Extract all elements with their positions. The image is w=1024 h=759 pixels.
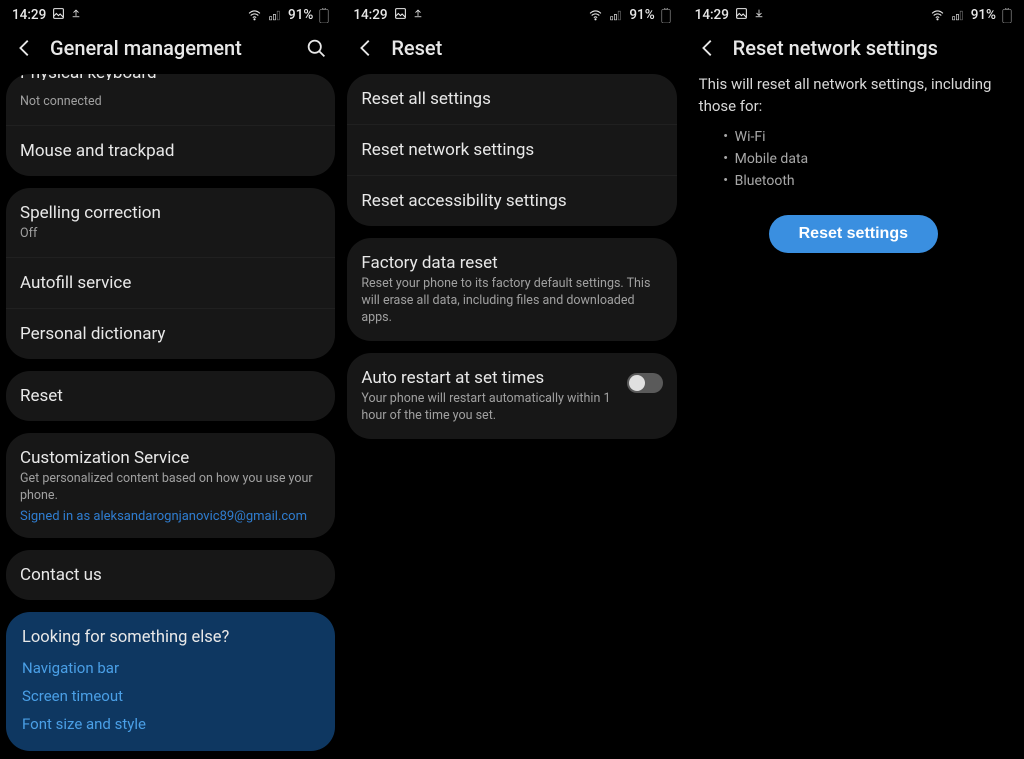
row-reset-all-settings[interactable]: Reset all settings bbox=[347, 74, 676, 124]
bullet-list: Wi-Fi Mobile data Bluetooth bbox=[699, 118, 1008, 215]
link-screen-timeout[interactable]: Screen timeout bbox=[22, 687, 319, 705]
row-reset-network-settings[interactable]: Reset network settings bbox=[347, 124, 676, 175]
back-icon[interactable] bbox=[355, 37, 377, 59]
status-bar: 14:29 91% bbox=[341, 0, 682, 28]
signed-in-link[interactable]: Signed in as aleksandarognjanovic89@gmai… bbox=[20, 509, 321, 524]
card-factory-reset: Factory data reset Reset your phone to i… bbox=[347, 238, 676, 341]
content: Reset all settings Reset network setting… bbox=[341, 74, 682, 759]
bullet-mobile-data: Mobile data bbox=[719, 148, 1008, 170]
wifi-icon bbox=[247, 9, 262, 22]
card-reset: Reset bbox=[6, 371, 335, 421]
battery-icon bbox=[661, 8, 671, 23]
row-autofill-service[interactable]: Autofill service bbox=[6, 257, 335, 308]
row-personal-dictionary[interactable]: Personal dictionary bbox=[6, 308, 335, 359]
status-time: 14:29 bbox=[695, 7, 729, 23]
row-factory-data-reset[interactable]: Factory data reset Reset your phone to i… bbox=[347, 238, 676, 341]
card-reset-options: Reset all settings Reset network setting… bbox=[347, 74, 676, 226]
status-time: 14:29 bbox=[12, 7, 46, 23]
row-contact-us[interactable]: Contact us bbox=[6, 550, 335, 600]
status-bar: 14:29 91% bbox=[0, 0, 341, 28]
wifi-icon bbox=[930, 9, 945, 22]
description-text: This will reset all network settings, in… bbox=[699, 74, 1008, 118]
signal-icon bbox=[609, 9, 623, 22]
reset-settings-button[interactable]: Reset settings bbox=[769, 215, 938, 253]
wifi-icon bbox=[588, 9, 603, 22]
row-physical-keyboard[interactable]: Physical keyboard Not connected bbox=[6, 74, 335, 125]
row-mouse-trackpad[interactable]: Mouse and trackpad bbox=[6, 125, 335, 176]
battery-icon bbox=[1002, 8, 1012, 23]
link-navigation-bar[interactable]: Navigation bar bbox=[22, 659, 319, 677]
status-battery-pct: 91% bbox=[629, 7, 654, 23]
header: Reset network settings bbox=[683, 28, 1024, 74]
card-text-input: Spelling correction Off Autofill service… bbox=[6, 188, 335, 359]
header: General management bbox=[0, 28, 341, 74]
header: Reset bbox=[341, 28, 682, 74]
card-contact: Contact us bbox=[6, 550, 335, 600]
auto-restart-toggle[interactable] bbox=[627, 373, 663, 393]
search-icon[interactable] bbox=[305, 37, 327, 59]
screen-general-management: 14:29 91% General management bbox=[0, 0, 341, 759]
card-input-devices: Physical keyboard Not connected Mouse an… bbox=[6, 74, 335, 176]
row-auto-restart[interactable]: Auto restart at set times Your phone wil… bbox=[347, 353, 676, 439]
description: This will reset all network settings, in… bbox=[683, 74, 1024, 253]
upload-icon bbox=[413, 7, 423, 23]
row-reset[interactable]: Reset bbox=[6, 371, 335, 421]
upload-icon bbox=[71, 7, 81, 23]
status-bar: 14:29 91% bbox=[683, 0, 1024, 28]
content: Physical keyboard Not connected Mouse an… bbox=[0, 74, 341, 759]
page-title: Reset network settings bbox=[733, 36, 1010, 60]
screen-reset: 14:29 91% Reset bbox=[341, 0, 682, 759]
status-battery-pct: 91% bbox=[288, 7, 313, 23]
link-font-size-style[interactable]: Font size and style bbox=[22, 715, 319, 733]
card-auto-restart: Auto restart at set times Your phone wil… bbox=[347, 353, 676, 439]
card-looking-for: Looking for something else? Navigation b… bbox=[6, 612, 335, 751]
status-time: 14:29 bbox=[353, 7, 387, 23]
battery-icon bbox=[319, 8, 329, 23]
screen-reset-network: 14:29 91% Reset network settings bbox=[683, 0, 1024, 759]
row-spelling-correction[interactable]: Spelling correction Off bbox=[6, 188, 335, 257]
card-customization: Customization Service Get personalized c… bbox=[6, 433, 335, 538]
back-icon[interactable] bbox=[14, 37, 36, 59]
page-title: General management bbox=[50, 36, 291, 60]
looking-title: Looking for something else? bbox=[22, 628, 319, 647]
image-icon bbox=[52, 7, 65, 24]
page-title: Reset bbox=[391, 36, 668, 60]
back-icon[interactable] bbox=[697, 37, 719, 59]
row-customization-service[interactable]: Customization Service Get personalized c… bbox=[6, 433, 335, 538]
status-battery-pct: 91% bbox=[971, 7, 996, 23]
download-icon bbox=[754, 7, 764, 23]
image-icon bbox=[735, 7, 748, 24]
bullet-wifi: Wi-Fi bbox=[719, 126, 1008, 148]
row-reset-accessibility-settings[interactable]: Reset accessibility settings bbox=[347, 175, 676, 226]
signal-icon bbox=[951, 9, 965, 22]
signal-icon bbox=[268, 9, 282, 22]
image-icon bbox=[394, 7, 407, 24]
bullet-bluetooth: Bluetooth bbox=[719, 170, 1008, 192]
